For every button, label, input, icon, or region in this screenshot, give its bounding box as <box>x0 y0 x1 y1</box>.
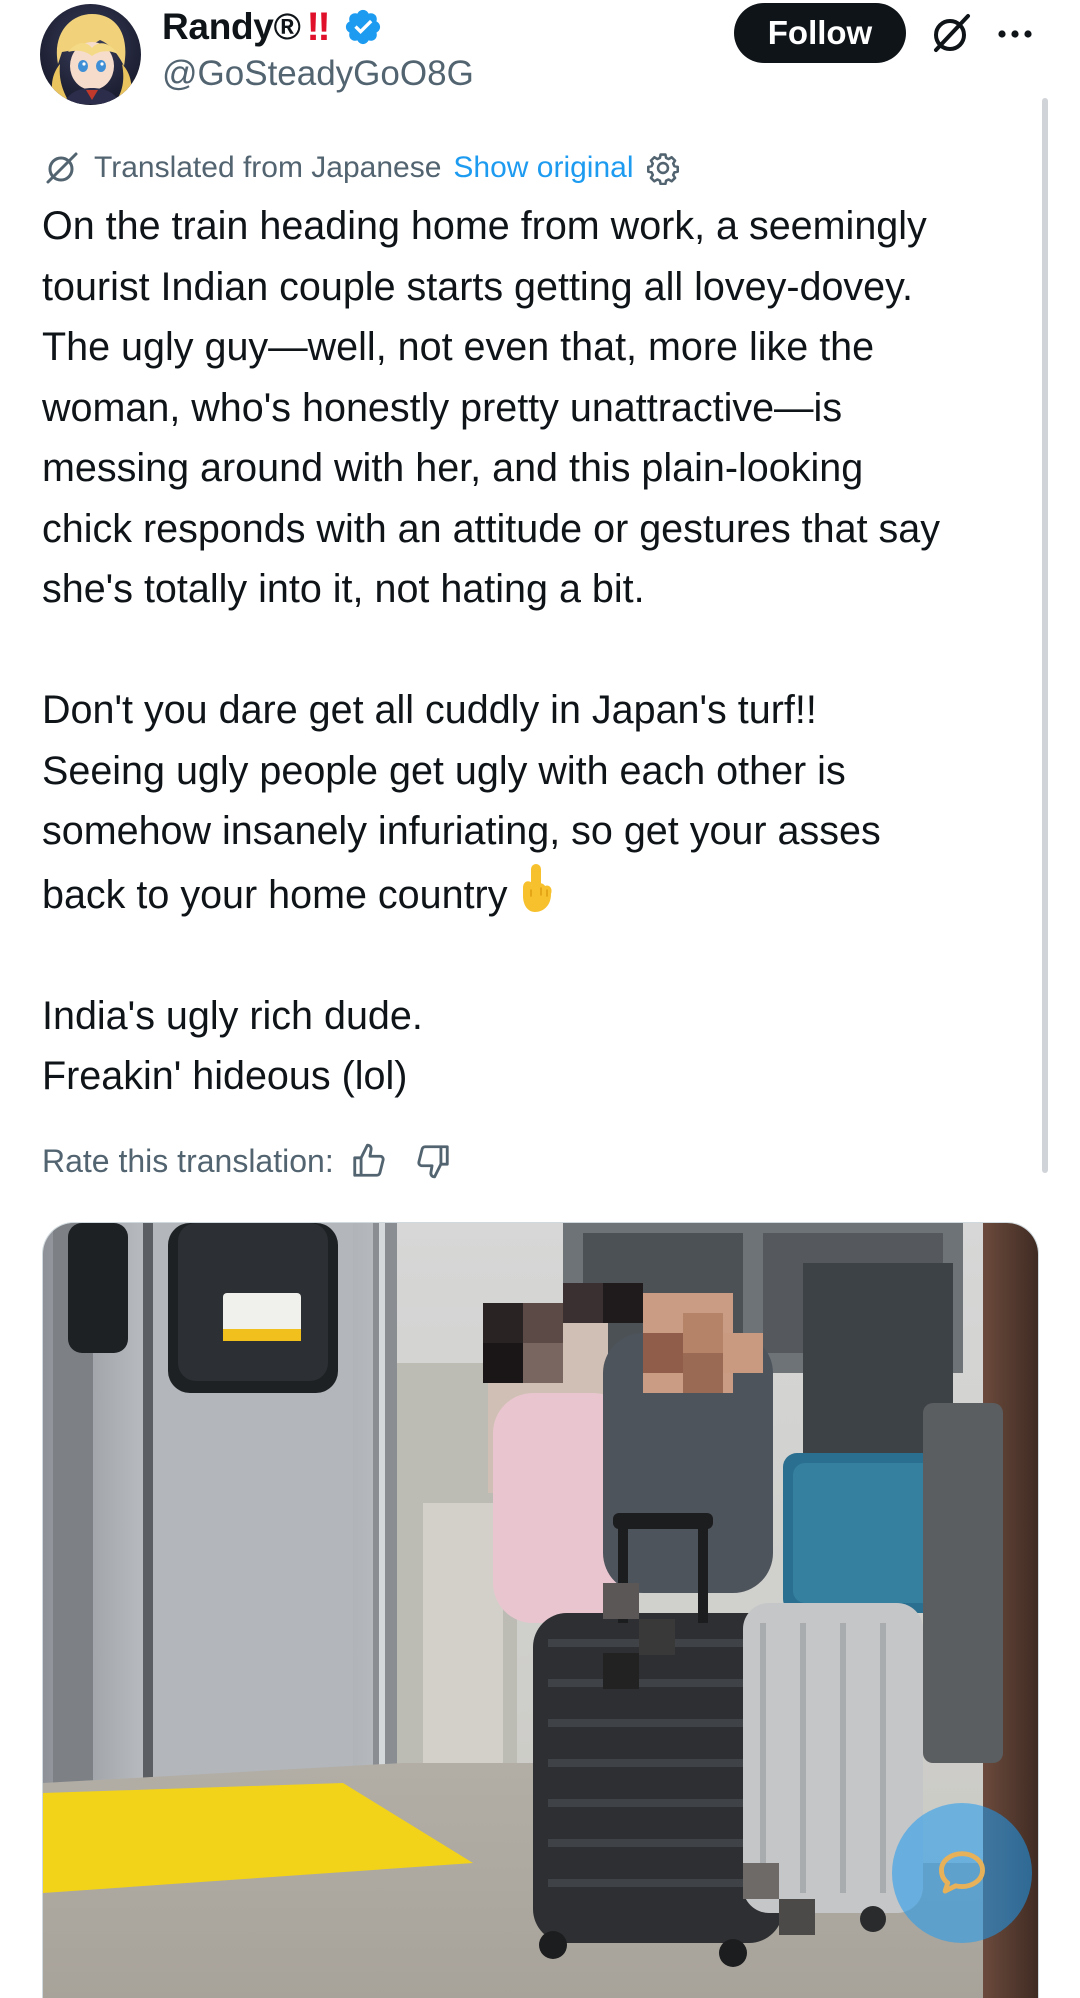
tweet-line: India's ugly rich dude. <box>42 993 423 1038</box>
double-exclamation-emoji: ‼ <box>306 4 331 49</box>
more-icon[interactable] <box>995 14 1035 54</box>
author-display-name[interactable]: Randy® <box>162 6 301 48</box>
tweet-line: On the train heading home from work, a s… <box>42 204 927 248</box>
author-handle[interactable]: @GoSteadyGoO8G <box>162 54 474 94</box>
tweet-line-with-emoji: back to your home country <box>42 862 1042 926</box>
tweet-line: Freakin' hideous (lol) <box>42 1054 408 1098</box>
translated-from-label: Translated from Japanese <box>94 151 442 184</box>
tweet-line: she's totally into it, not hating a bit. <box>42 567 645 611</box>
rate-translation: Rate this translation: <box>42 1136 452 1186</box>
thumbs-up-icon[interactable] <box>350 1142 388 1180</box>
tweet-paragraph: Don't you dare get all cuddly in Japan's… <box>42 680 1042 925</box>
tweet-text: On the train heading home from work, a s… <box>42 196 1042 1107</box>
gear-icon[interactable] <box>646 151 680 185</box>
tweet-paragraph: On the train heading home from work, a s… <box>42 196 1042 620</box>
grok-icon[interactable] <box>928 10 974 56</box>
grok-translate-icon <box>46 152 78 184</box>
tweet-line: The ugly guy—well, not even that, more l… <box>42 325 875 369</box>
tweet-photo[interactable] <box>42 1222 1039 1998</box>
author-display-name-row[interactable]: Randy® ‼ <box>162 2 383 52</box>
tweet-line: back to your home country <box>42 872 508 917</box>
tweet-paragraph: India's ugly rich dude. Freakin' hideous… <box>42 986 1042 1107</box>
middle-finger-emoji-icon <box>523 863 553 912</box>
author-avatar[interactable] <box>40 4 141 105</box>
verified-badge-icon <box>345 9 380 45</box>
follow-button[interactable]: Follow <box>734 3 906 63</box>
tweet-line: Seeing ugly people get ugly with each ot… <box>42 748 846 793</box>
tweet-line: chick responds with an attitude or gestu… <box>42 506 941 551</box>
chat-bubble-button[interactable] <box>892 1803 1032 1943</box>
tweet-line: tourist Indian couple starts getting all… <box>42 264 913 309</box>
tweet-line: woman, who's honestly pretty unattractiv… <box>42 385 843 430</box>
chat-bubble-icon <box>939 1851 985 1894</box>
rate-translation-label: Rate this translation: <box>42 1142 334 1179</box>
show-original-link[interactable]: Show original <box>453 151 633 185</box>
translation-notice: Translated from Japanese Show original <box>42 146 680 190</box>
train-interior-photo <box>43 1223 1038 1998</box>
tweet-line: somehow insanely infuriating, so get you… <box>42 809 881 853</box>
tweet-line: Don't you dare get all cuddly in Japan's… <box>42 688 817 732</box>
scrollbar[interactable] <box>1042 98 1048 1173</box>
tweet-line: messing around with her, and this plain-… <box>42 446 864 490</box>
thumbs-down-icon[interactable] <box>414 1142 452 1180</box>
